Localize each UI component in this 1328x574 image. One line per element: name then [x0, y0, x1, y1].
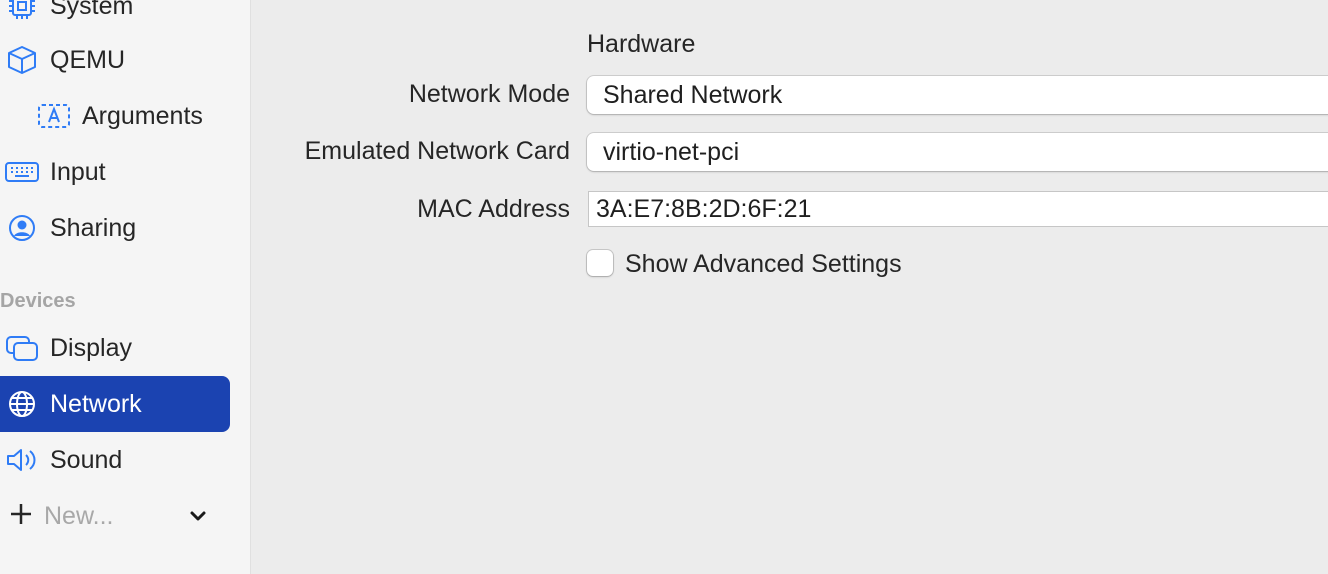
- text-box-icon: [37, 102, 71, 130]
- network-mode-value: Shared Network: [603, 81, 783, 109]
- sidebar-item-label: Sharing: [50, 214, 137, 242]
- sidebar-item-qemu[interactable]: QEMU: [0, 32, 230, 88]
- network-card-popup[interactable]: virtio-net-pci: [587, 133, 1328, 171]
- chevron-down-icon[interactable]: [188, 508, 208, 524]
- sidebar-item-system[interactable]: System: [0, 0, 230, 34]
- devices-section-header: Devices: [0, 290, 76, 312]
- plus-icon: [9, 502, 33, 526]
- sidebar-item-label: Sound: [50, 446, 123, 474]
- advanced-settings-row[interactable]: Show Advanced Settings: [587, 248, 987, 280]
- cube-icon: [5, 46, 39, 74]
- sidebar-item-input[interactable]: Input: [0, 144, 230, 200]
- sidebar-item-label: Input: [50, 158, 106, 186]
- sidebar-item-network[interactable]: Network: [0, 376, 230, 432]
- new-device-label: New...: [44, 502, 114, 530]
- sidebar-item-arguments[interactable]: Arguments: [0, 88, 230, 144]
- network-settings-panel: Hardware Network Mode Shared Network Emu…: [251, 0, 1328, 574]
- sidebar-item-label: QEMU: [50, 46, 125, 74]
- sidebar-item-sharing[interactable]: Sharing: [0, 200, 230, 256]
- mac-address-label: MAC Address: [417, 195, 570, 223]
- sidebar-item-display[interactable]: Display: [0, 320, 230, 376]
- mac-address-field[interactable]: [588, 191, 1328, 227]
- speaker-icon: [5, 446, 39, 474]
- sidebar: System QEMU Arguments Input Sharing Devi…: [0, 0, 251, 574]
- mac-address-input[interactable]: [589, 192, 1328, 226]
- sidebar-item-label: Display: [50, 334, 132, 362]
- advanced-settings-checkbox[interactable]: [587, 250, 613, 276]
- display-windows-icon: [5, 334, 39, 362]
- cpu-icon: [5, 0, 39, 20]
- sidebar-item-label: Network: [50, 390, 142, 418]
- person-circle-icon: [5, 214, 39, 242]
- advanced-settings-label: Show Advanced Settings: [625, 250, 902, 278]
- sidebar-item-label: System: [50, 0, 134, 20]
- keyboard-icon: [5, 158, 39, 186]
- network-card-value: virtio-net-pci: [603, 138, 740, 166]
- network-mode-popup[interactable]: Shared Network: [587, 76, 1328, 114]
- network-card-label: Emulated Network Card: [304, 137, 570, 165]
- hardware-section-title: Hardware: [587, 30, 696, 58]
- new-device-button[interactable]: New...: [0, 494, 230, 538]
- sidebar-item-label: Arguments: [82, 102, 203, 130]
- globe-icon: [5, 390, 39, 418]
- sidebar-item-sound[interactable]: Sound: [0, 432, 230, 488]
- network-mode-label: Network Mode: [408, 80, 570, 108]
